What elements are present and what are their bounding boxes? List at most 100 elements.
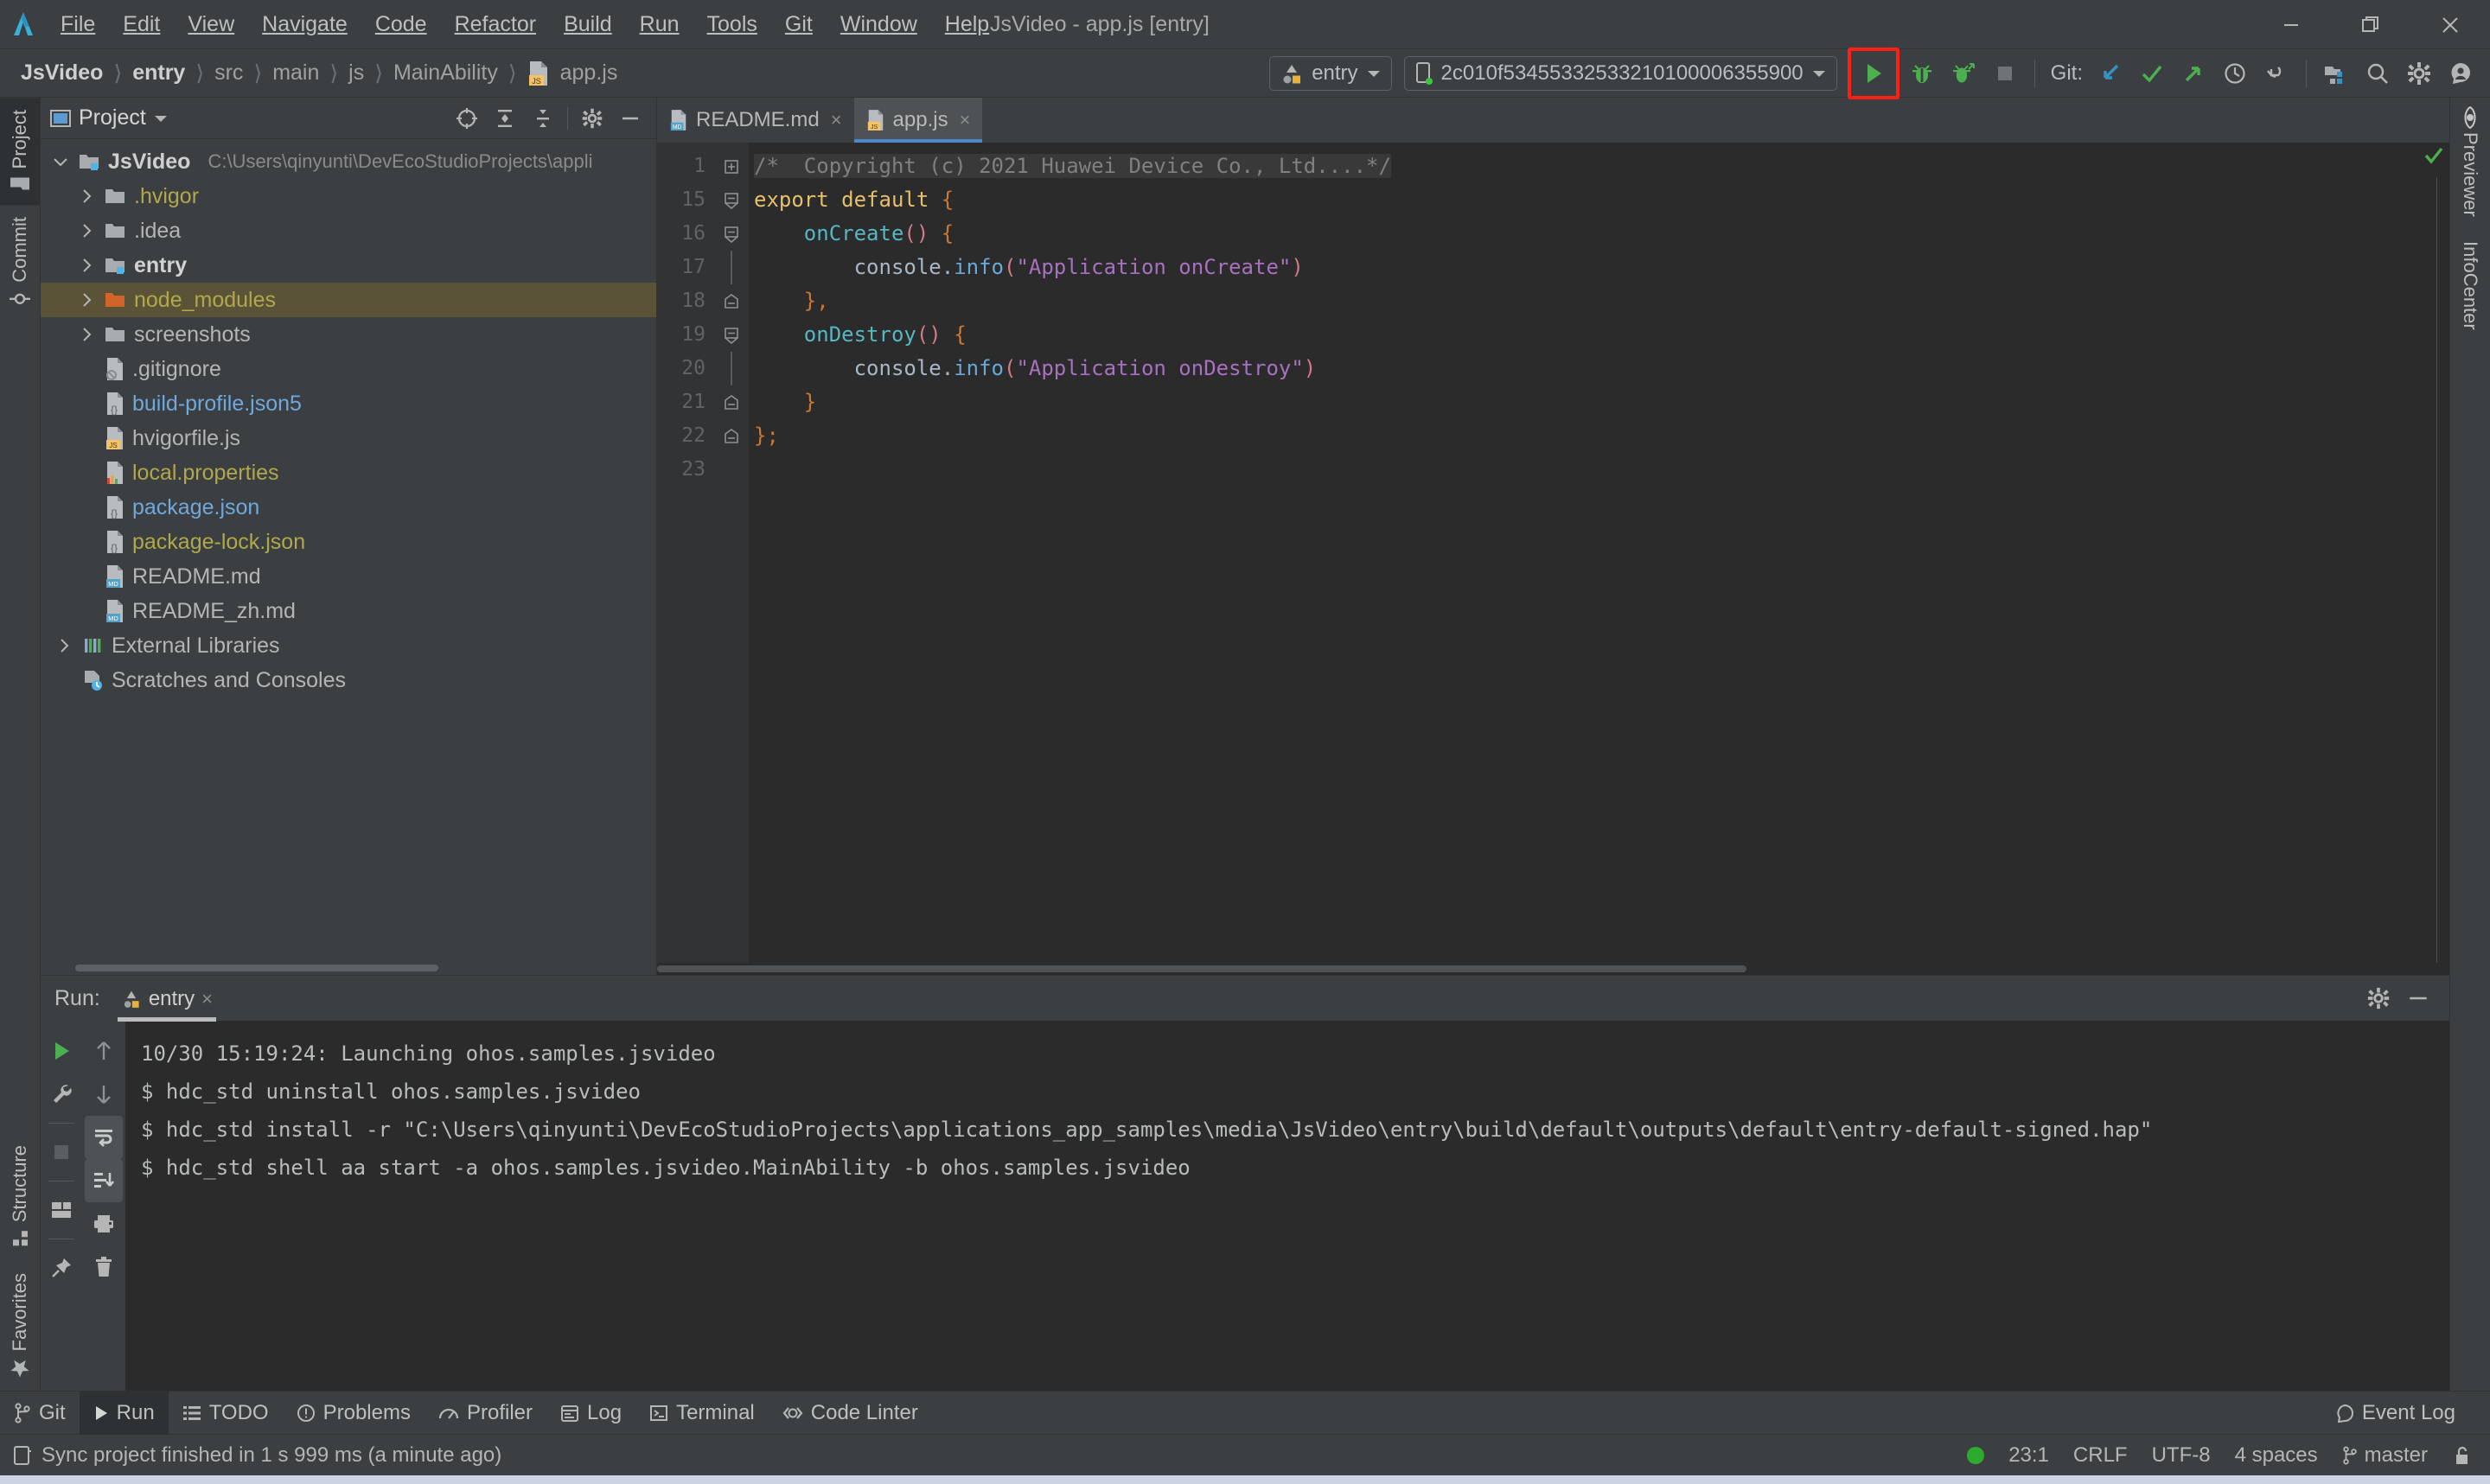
breadcrumb-item-mainability[interactable]: MainAbility xyxy=(388,59,503,87)
toolwindow-todo[interactable]: TODO xyxy=(169,1392,283,1434)
toolwindow-code-linter[interactable]: Code Linter xyxy=(769,1392,932,1434)
tree-row-screenshots[interactable]: screenshots xyxy=(41,317,656,352)
scrollbar-thumb[interactable] xyxy=(75,965,438,971)
minimize-button[interactable] xyxy=(2251,0,2331,49)
soft-wrap-icon[interactable] xyxy=(85,1116,123,1159)
expand-all-icon[interactable] xyxy=(488,102,522,135)
tree-row-hvigor[interactable]: .hvigor xyxy=(41,179,656,213)
project-tree[interactable]: JsVideo C:\Users\qinyunti\DevEcoStudioPr… xyxy=(41,139,656,975)
menu-build[interactable]: Build xyxy=(550,7,626,42)
chevron-down-icon[interactable] xyxy=(49,157,72,167)
sidebar-item-infocenter[interactable]: InfoCenter xyxy=(2450,229,2490,342)
breadcrumb-item-entry[interactable]: entry xyxy=(127,59,190,87)
menu-file[interactable]: File xyxy=(47,7,109,42)
gear-icon[interactable] xyxy=(2398,54,2440,92)
code-line-19[interactable]: onDestroy() { xyxy=(749,318,2425,352)
chevron-right-icon[interactable] xyxy=(75,293,98,307)
close-button[interactable] xyxy=(2410,0,2490,49)
fold-end-icon[interactable] xyxy=(714,419,749,453)
history-button[interactable] xyxy=(2214,54,2256,92)
scroll-end-icon[interactable] xyxy=(85,1159,123,1202)
sidebar-item-project[interactable]: Project xyxy=(0,98,40,206)
fold-end-icon[interactable] xyxy=(714,385,749,419)
hide-icon[interactable] xyxy=(613,102,648,135)
tree-row-jsvideo[interactable]: JsVideo C:\Users\qinyunti\DevEcoStudioPr… xyxy=(41,144,656,179)
code-line-23[interactable] xyxy=(749,453,2425,487)
tree-row-gitignore[interactable]: .gitignore xyxy=(41,352,656,386)
collapse-all-icon[interactable] xyxy=(526,102,560,135)
menu-git[interactable]: Git xyxy=(771,7,827,42)
caret-position[interactable]: 23:1 xyxy=(2008,1443,2049,1468)
line-separator[interactable]: CRLF xyxy=(2073,1443,2128,1468)
account-icon[interactable] xyxy=(2440,54,2481,92)
locate-icon[interactable] xyxy=(450,102,484,135)
layout-icon[interactable] xyxy=(42,1188,80,1232)
tree-row-idea[interactable]: .idea xyxy=(41,213,656,248)
chevron-right-icon[interactable] xyxy=(75,258,98,272)
menu-code[interactable]: Code xyxy=(361,7,441,42)
toolwindow-problems[interactable]: Problems xyxy=(283,1392,425,1434)
chevron-right-icon[interactable] xyxy=(75,189,98,203)
search-icon[interactable] xyxy=(2357,54,2398,92)
editor-scrollbar[interactable] xyxy=(2424,143,2449,963)
file-encoding[interactable]: UTF-8 xyxy=(2152,1443,2211,1468)
sidebar-item-structure[interactable]: Structure xyxy=(0,1133,40,1260)
close-icon[interactable]: × xyxy=(960,109,971,131)
device-selector[interactable]: 2c010f53455332533210100006355900 xyxy=(1403,55,1837,91)
breadcrumb-item-js[interactable]: js xyxy=(343,59,369,87)
git-branch-widget[interactable]: master xyxy=(2342,1443,2428,1468)
code-text-area[interactable]: /* Copyright (c) 2021 Huawei Device Co.,… xyxy=(749,143,2425,963)
print-icon[interactable] xyxy=(85,1202,123,1245)
menu-navigate[interactable]: Navigate xyxy=(248,7,361,42)
arrow-down-icon[interactable] xyxy=(85,1073,123,1116)
lock-open-icon[interactable] xyxy=(2452,1445,2471,1466)
fold-end-icon[interactable] xyxy=(714,284,749,318)
menu-bar[interactable]: File Edit View Navigate Code Refactor Bu… xyxy=(47,7,1003,42)
editor-tab-readme[interactable]: MD README.md × xyxy=(657,98,854,143)
rollback-button[interactable] xyxy=(2256,54,2297,92)
tree-row-hvigorfile[interactable]: JS hvigorfile.js xyxy=(41,421,656,455)
tree-row-readme-zh[interactable]: MD README_zh.md xyxy=(41,594,656,628)
code-line-16[interactable]: onCreate() { xyxy=(749,217,2425,251)
breadcrumb-item-src[interactable]: src xyxy=(209,59,248,87)
chevron-right-icon[interactable] xyxy=(75,328,98,341)
toolwindow-event-log[interactable]: Event Log xyxy=(2321,1392,2469,1434)
toolwindow-git[interactable]: Git xyxy=(0,1392,80,1434)
code-line-17[interactable]: console.info("Application onCreate") xyxy=(749,251,2425,284)
breadcrumb-item-file[interactable]: app.js xyxy=(555,59,623,87)
code-line-1[interactable]: /* Copyright (c) 2021 Huawei Device Co.,… xyxy=(749,150,2425,183)
code-line-18[interactable]: }, xyxy=(749,284,2425,318)
tree-row-readme[interactable]: MD README.md xyxy=(41,559,656,594)
project-structure-button[interactable] xyxy=(2315,54,2357,92)
run-console-output[interactable]: 10/30 15:19:24: Launching ohos.samples.j… xyxy=(125,1021,2449,1391)
chevron-down-icon[interactable] xyxy=(153,113,169,124)
tree-row-package-json[interactable]: {} package.json xyxy=(41,490,656,525)
code-line-20[interactable]: console.info("Application onDestroy") xyxy=(749,352,2425,385)
close-icon[interactable]: × xyxy=(831,109,842,131)
code-line-15[interactable]: export default { xyxy=(749,183,2425,217)
update-project-button[interactable] xyxy=(2090,54,2131,92)
stop-icon[interactable] xyxy=(42,1131,80,1174)
code-line-22[interactable]: }; xyxy=(749,419,2425,453)
restore-button[interactable] xyxy=(2331,0,2410,49)
wrench-icon[interactable] xyxy=(42,1073,80,1116)
trash-icon[interactable] xyxy=(85,1245,123,1289)
fold-collapse-icon[interactable] xyxy=(714,183,749,217)
debug-button[interactable] xyxy=(1901,54,1943,92)
code-line-21[interactable]: } xyxy=(749,385,2425,419)
chevron-right-icon[interactable] xyxy=(75,224,98,238)
fold-collapse-icon[interactable] xyxy=(714,318,749,352)
menu-tools[interactable]: Tools xyxy=(693,7,771,42)
toolwindow-terminal[interactable]: Terminal xyxy=(635,1392,769,1434)
toolwindow-log[interactable]: Log xyxy=(546,1392,635,1434)
menu-refactor[interactable]: Refactor xyxy=(441,7,550,42)
inspection-status-indicator[interactable] xyxy=(1967,1446,1985,1464)
pin-icon[interactable] xyxy=(42,1246,80,1290)
sidebar-item-previewer[interactable]: Previewer xyxy=(2450,98,2490,229)
sidebar-item-commit[interactable]: Commit xyxy=(0,205,40,321)
tree-row-entry[interactable]: entry xyxy=(41,248,656,283)
arrow-up-icon[interactable] xyxy=(85,1029,123,1073)
menu-run[interactable]: Run xyxy=(626,7,693,42)
scrollbar-thumb[interactable] xyxy=(657,965,1746,972)
tree-row-node-modules[interactable]: node_modules xyxy=(41,283,656,317)
